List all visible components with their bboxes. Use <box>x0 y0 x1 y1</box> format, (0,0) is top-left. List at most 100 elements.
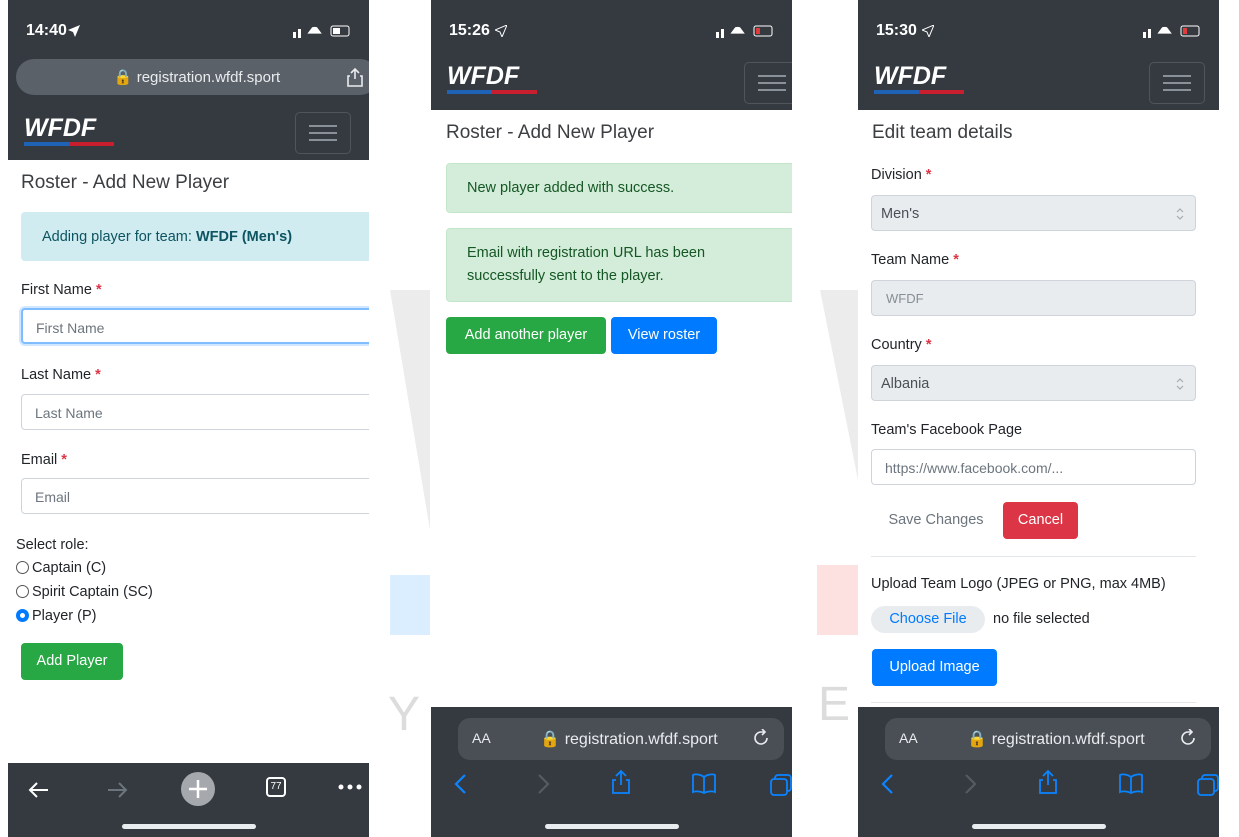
alert-team: WFDF (Men's) <box>195 229 293 245</box>
tabs-icon[interactable]: 77 <box>266 777 286 797</box>
upload-logo-label: Upload Team Logo (JPEG or PNG, max 4MB) <box>871 576 1166 592</box>
page-title: Roster - Add New Player <box>446 122 655 143</box>
browser-toolbar: 77 <box>8 763 369 837</box>
forward-arrow-icon[interactable] <box>962 773 978 795</box>
url-text: registration.wfdf.sport <box>991 731 1145 748</box>
section-divider <box>871 702 1196 703</box>
forward-arrow-icon[interactable] <box>535 773 551 795</box>
svg-text:E: E <box>818 678 850 731</box>
add-player-button[interactable]: Add Player <box>21 643 123 680</box>
reload-icon[interactable] <box>1179 729 1197 747</box>
logo-text: WFDF <box>874 62 947 90</box>
home-indicator <box>971 824 1106 829</box>
team-name-label: Team Name * <box>871 252 959 268</box>
email-input[interactable]: Email <box>21 478 369 514</box>
no-file-text: no file selected <box>993 611 1090 627</box>
address-bar[interactable]: AA 🔒 registration.wfdf.sport <box>458 718 784 760</box>
last-name-label: Last Name * <box>21 367 101 383</box>
share-icon[interactable] <box>346 67 364 87</box>
role-label: Select role: <box>16 537 89 553</box>
country-value: Albania <box>881 376 930 392</box>
select-chevron-icon <box>1176 208 1184 220</box>
add-another-player-button[interactable]: Add another player <box>446 317 606 354</box>
share-icon[interactable] <box>611 769 631 795</box>
upload-image-button[interactable]: Upload Image <box>872 649 997 686</box>
team-name-input[interactable]: WFDF <box>871 280 1196 316</box>
reload-icon[interactable] <box>752 729 770 747</box>
share-icon[interactable] <box>1038 769 1058 795</box>
tabs-icon[interactable] <box>1196 773 1219 797</box>
cancel-button[interactable]: Cancel <box>1003 502 1078 539</box>
back-arrow-icon[interactable] <box>453 773 469 795</box>
back-arrow-icon[interactable] <box>880 773 896 795</box>
first-name-input[interactable]: First Name <box>21 308 369 344</box>
forward-arrow-icon[interactable] <box>104 777 130 803</box>
back-arrow-icon[interactable] <box>26 777 52 803</box>
signal-wifi-battery-icon <box>716 25 773 38</box>
radio-icon[interactable] <box>16 585 29 598</box>
signal-wifi-battery-icon <box>1143 25 1200 38</box>
hamburger-menu-icon[interactable] <box>1149 62 1205 104</box>
success-message: New player added with success. <box>467 180 675 196</box>
wfdf-logo[interactable]: WFDF <box>447 60 547 96</box>
tab-count: 77 <box>270 781 282 792</box>
success-alert-email-sent: Email with registration URL has been suc… <box>446 228 792 302</box>
text-size-button[interactable]: AA <box>472 730 491 746</box>
text-size-button[interactable]: AA <box>899 730 918 746</box>
url-text: registration.wfdf.sport <box>136 69 281 86</box>
status-time: 14:40 <box>26 22 67 39</box>
site-navbar: WFDF <box>431 54 792 110</box>
division-select[interactable]: Men's <box>871 195 1196 231</box>
team-info-alert: Adding player for team: WFDF (Men's) <box>21 212 369 261</box>
wfdf-logo[interactable]: WFDF <box>874 60 974 96</box>
view-roster-button[interactable]: View roster <box>611 317 717 354</box>
status-time: 15:30 <box>876 22 917 39</box>
phone-edit-team-details: 15:30 WFDF Edit team details Division * … <box>858 0 1219 837</box>
alert-prefix: Adding player for team: <box>42 229 196 245</box>
address-bar[interactable]: 🔒 registration.wfdf.sport <box>16 59 369 95</box>
wfdf-logo[interactable]: WFDF <box>24 112 124 148</box>
role-radio-captain[interactable]: Captain (C) <box>16 560 106 576</box>
phone-add-player-form: 14:40 🔒 registration.wfdf.sport WFDF Ros… <box>8 0 369 837</box>
country-select[interactable]: Albania <box>871 365 1196 401</box>
facebook-input[interactable]: https://www.facebook.com/... <box>871 449 1196 485</box>
status-time: 15:26 <box>449 22 490 39</box>
url-text: registration.wfdf.sport <box>564 731 718 748</box>
success-message: Email with registration URL has been suc… <box>467 245 706 284</box>
browser-toolbar: AA 🔒 registration.wfdf.sport <box>858 707 1219 837</box>
home-indicator <box>544 824 679 829</box>
radio-selected-icon[interactable] <box>16 609 29 622</box>
last-name-input[interactable]: Last Name <box>21 394 369 430</box>
svg-text:Y: Y <box>388 688 420 741</box>
last-name-placeholder: Last Name <box>35 405 103 421</box>
hamburger-menu-icon[interactable] <box>744 62 792 104</box>
page-title: Edit team details <box>872 122 1013 143</box>
phone-add-player-success: 15:26 WFDF Roster - Add New Player New p… <box>431 0 792 837</box>
logo-text: WFDF <box>24 114 97 142</box>
tabs-icon[interactable] <box>769 773 792 797</box>
email-placeholder: Email <box>35 489 71 505</box>
success-alert-player-added: New player added with success. <box>446 163 792 213</box>
bookmarks-icon[interactable] <box>691 773 717 795</box>
lock-icon: 🔒 <box>113 69 133 86</box>
hamburger-menu-icon[interactable] <box>295 112 351 154</box>
logo-text: WFDF <box>447 62 520 90</box>
role-radio-player[interactable]: Player (P) <box>16 608 96 624</box>
first-name-placeholder: First Name <box>36 320 105 336</box>
address-bar[interactable]: AA 🔒 registration.wfdf.sport <box>885 718 1211 760</box>
site-navbar: WFDF <box>858 54 1219 110</box>
role-radio-spirit-captain[interactable]: Spirit Captain (SC) <box>16 584 153 600</box>
radio-icon[interactable] <box>16 561 29 574</box>
more-icon[interactable] <box>338 783 362 791</box>
division-value: Men's <box>881 206 920 222</box>
select-chevron-icon <box>1176 378 1184 390</box>
lock-icon: 🔒 <box>967 731 988 748</box>
navigation-arrow-icon <box>68 25 80 37</box>
choose-file-button[interactable]: Choose File <box>871 606 985 633</box>
save-changes-button[interactable]: Save Changes <box>872 502 1000 539</box>
facebook-placeholder: https://www.facebook.com/... <box>885 460 1064 476</box>
new-tab-plus-icon[interactable] <box>180 771 216 807</box>
bookmarks-icon[interactable] <box>1118 773 1144 795</box>
team-name-value: WFDF <box>886 291 924 306</box>
browser-toolbar: AA 🔒 registration.wfdf.sport <box>431 707 792 837</box>
